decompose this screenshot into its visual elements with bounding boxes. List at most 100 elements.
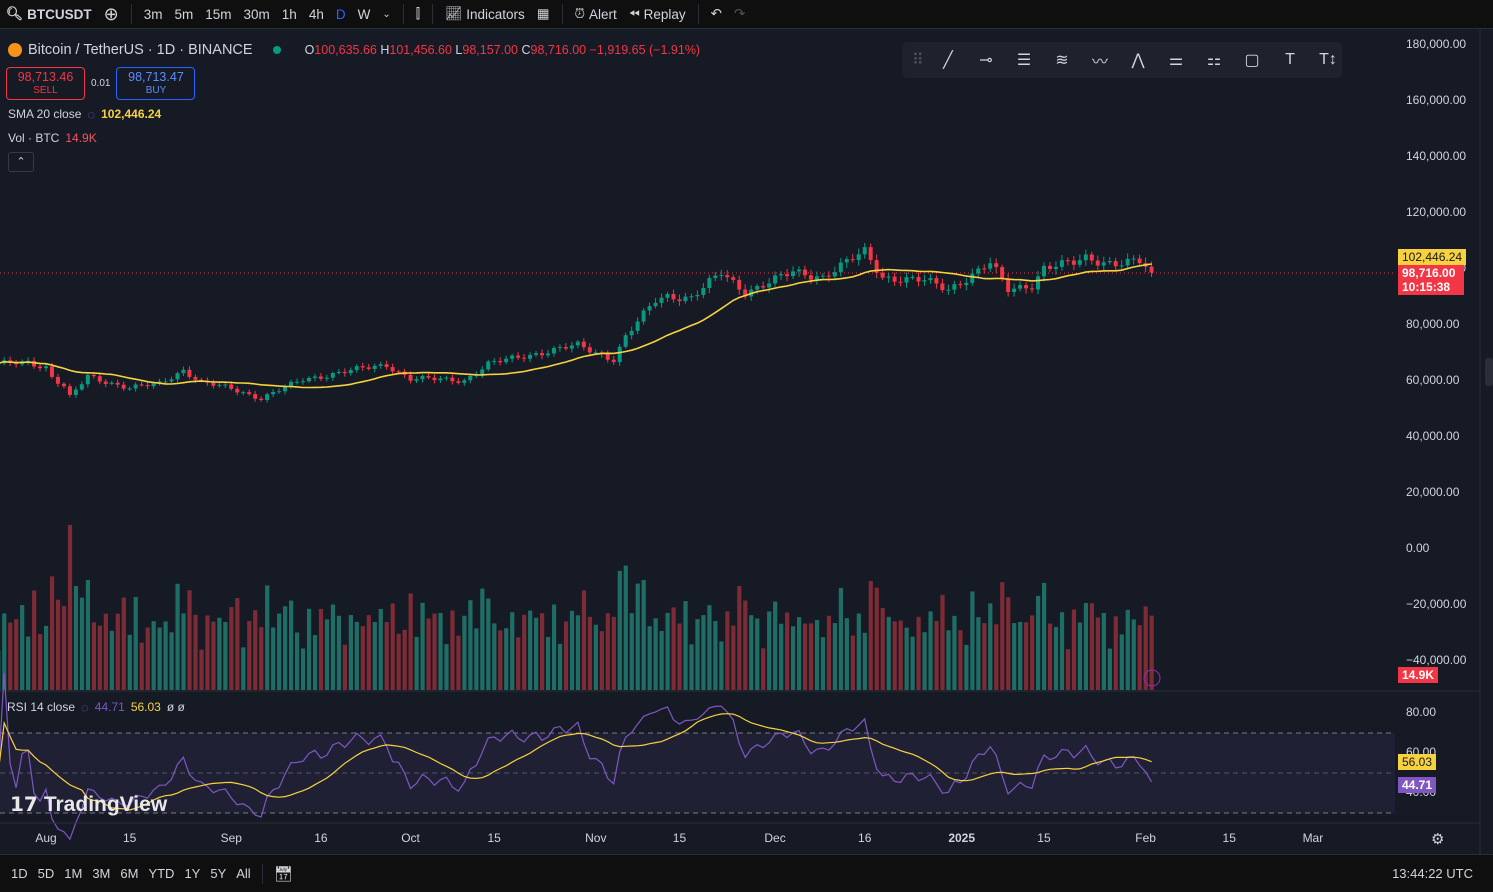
volume-bar	[826, 615, 832, 690]
candle-body	[163, 381, 168, 383]
range-ytd[interactable]: YTD	[143, 866, 179, 881]
candle-body	[486, 361, 491, 370]
candle-body	[551, 347, 556, 354]
horizontal-ray-icon[interactable]: ⊸	[974, 50, 998, 70]
range-5y[interactable]: 5Y	[205, 866, 231, 881]
loading-icon: ◌	[87, 106, 96, 122]
range-5d[interactable]: 5D	[33, 866, 60, 881]
volume-bar	[1101, 612, 1106, 690]
rsi-label[interactable]: RSI 14 close	[7, 700, 75, 714]
price-axis-label: 40,000.00	[1406, 429, 1460, 443]
volume-bar	[731, 625, 736, 690]
sell-button[interactable]: 98,713.46 SELL	[6, 66, 85, 100]
candle-body	[432, 377, 437, 381]
volume-bar	[253, 610, 258, 690]
range-1d[interactable]: 1D	[6, 866, 33, 881]
candle-body	[44, 366, 48, 369]
candle-body	[545, 353, 550, 356]
candle-countdown: 10:15:38	[1402, 280, 1451, 294]
sma-label[interactable]: SMA 20 close	[8, 107, 81, 121]
candle-body	[73, 389, 78, 395]
candle-body	[880, 272, 885, 278]
calendar-icon[interactable]: 📅︎	[269, 865, 298, 883]
rsi-tag: 44.71	[1398, 777, 1437, 793]
candle-body	[1065, 260, 1070, 262]
candle-body	[958, 284, 963, 286]
range-1m[interactable]: 1M	[59, 866, 87, 881]
candle-body	[378, 364, 383, 366]
volume-bar	[934, 620, 939, 690]
text-settings-icon[interactable]: T↕	[1316, 51, 1340, 69]
range-6m[interactable]: 6M	[115, 866, 143, 881]
volume-label[interactable]: Vol · BTC	[8, 131, 59, 145]
candle-body	[731, 277, 736, 280]
volume-bar	[557, 643, 563, 690]
ruler-icon[interactable]: ⚏	[1202, 50, 1226, 70]
text-icon[interactable]: T	[1278, 51, 1302, 69]
candle-body	[342, 371, 347, 374]
candle-body	[952, 284, 957, 290]
settings-gear-icon[interactable]: ⚙	[1431, 830, 1444, 848]
candle-body	[217, 384, 222, 386]
clock[interactable]: 13:44:22 UTC	[1387, 866, 1493, 881]
volume-bar	[617, 570, 622, 690]
collapse-legend-button[interactable]: ⌃	[8, 152, 34, 172]
volume-bar	[438, 613, 443, 690]
volume-bar	[306, 608, 312, 690]
candle-body	[1095, 260, 1100, 266]
candle-body	[277, 391, 282, 393]
candle-body	[450, 377, 455, 382]
drag-handle-icon[interactable]: ⠿	[912, 50, 924, 70]
candle-body	[755, 286, 760, 290]
volume-bar	[665, 612, 670, 690]
volume-bar	[420, 602, 425, 690]
volume-bar	[593, 624, 598, 690]
candle-body	[169, 379, 174, 382]
fib-retracement-icon[interactable]: ≋	[1050, 50, 1074, 70]
candle-body	[504, 358, 509, 363]
time-axis-label: 16	[314, 831, 328, 845]
candle-body	[922, 280, 927, 282]
buy-button[interactable]: 98,713.47 BUY	[116, 66, 196, 100]
volume-bar	[426, 618, 431, 690]
volume-bar	[659, 630, 664, 690]
range-all[interactable]: All	[231, 866, 255, 881]
candle-body	[1077, 260, 1082, 265]
time-axis-label: Feb	[1135, 831, 1156, 845]
abcd-pattern-icon[interactable]: ⋀	[1126, 50, 1150, 70]
candle-body	[229, 384, 234, 389]
volume-bar	[653, 618, 658, 690]
price-axis-label: 180,000.00	[1406, 37, 1467, 51]
volume-bar	[737, 586, 742, 690]
pattern-icon[interactable]: 〰	[1088, 48, 1112, 72]
candle-body	[988, 263, 993, 269]
volume-bar	[707, 605, 712, 690]
candle-body	[1047, 265, 1052, 269]
volume-bar	[348, 615, 353, 690]
position-icon[interactable]: ⚌	[1164, 50, 1188, 70]
volume-bar	[26, 636, 31, 690]
volume-bar	[922, 632, 927, 690]
volume-bar	[211, 621, 216, 690]
candle-body	[707, 278, 712, 288]
volume-bar	[360, 626, 365, 690]
range-3m[interactable]: 3M	[87, 866, 115, 881]
candle-body	[838, 262, 843, 273]
rectangle-icon[interactable]: ▢	[1240, 50, 1264, 70]
range-1y[interactable]: 1Y	[179, 866, 205, 881]
volume-bar	[109, 630, 114, 690]
volume-bar	[677, 623, 682, 690]
candle-body	[629, 330, 634, 336]
parallel-channel-icon[interactable]: ☰	[1012, 50, 1036, 70]
volume-bar	[946, 630, 951, 690]
candle-body	[761, 286, 766, 288]
trend-line-icon[interactable]: ╱	[936, 50, 960, 70]
symbol-title[interactable]: Bitcoin / TetherUS · 1D · BINANCE	[28, 42, 253, 58]
candle-body	[832, 272, 837, 277]
volume-bar	[462, 615, 467, 690]
volume-bar	[480, 588, 485, 690]
volume-bar	[85, 579, 91, 690]
volume-bar	[510, 612, 515, 690]
volume-bar	[755, 618, 760, 690]
volume-bar	[1041, 582, 1047, 690]
